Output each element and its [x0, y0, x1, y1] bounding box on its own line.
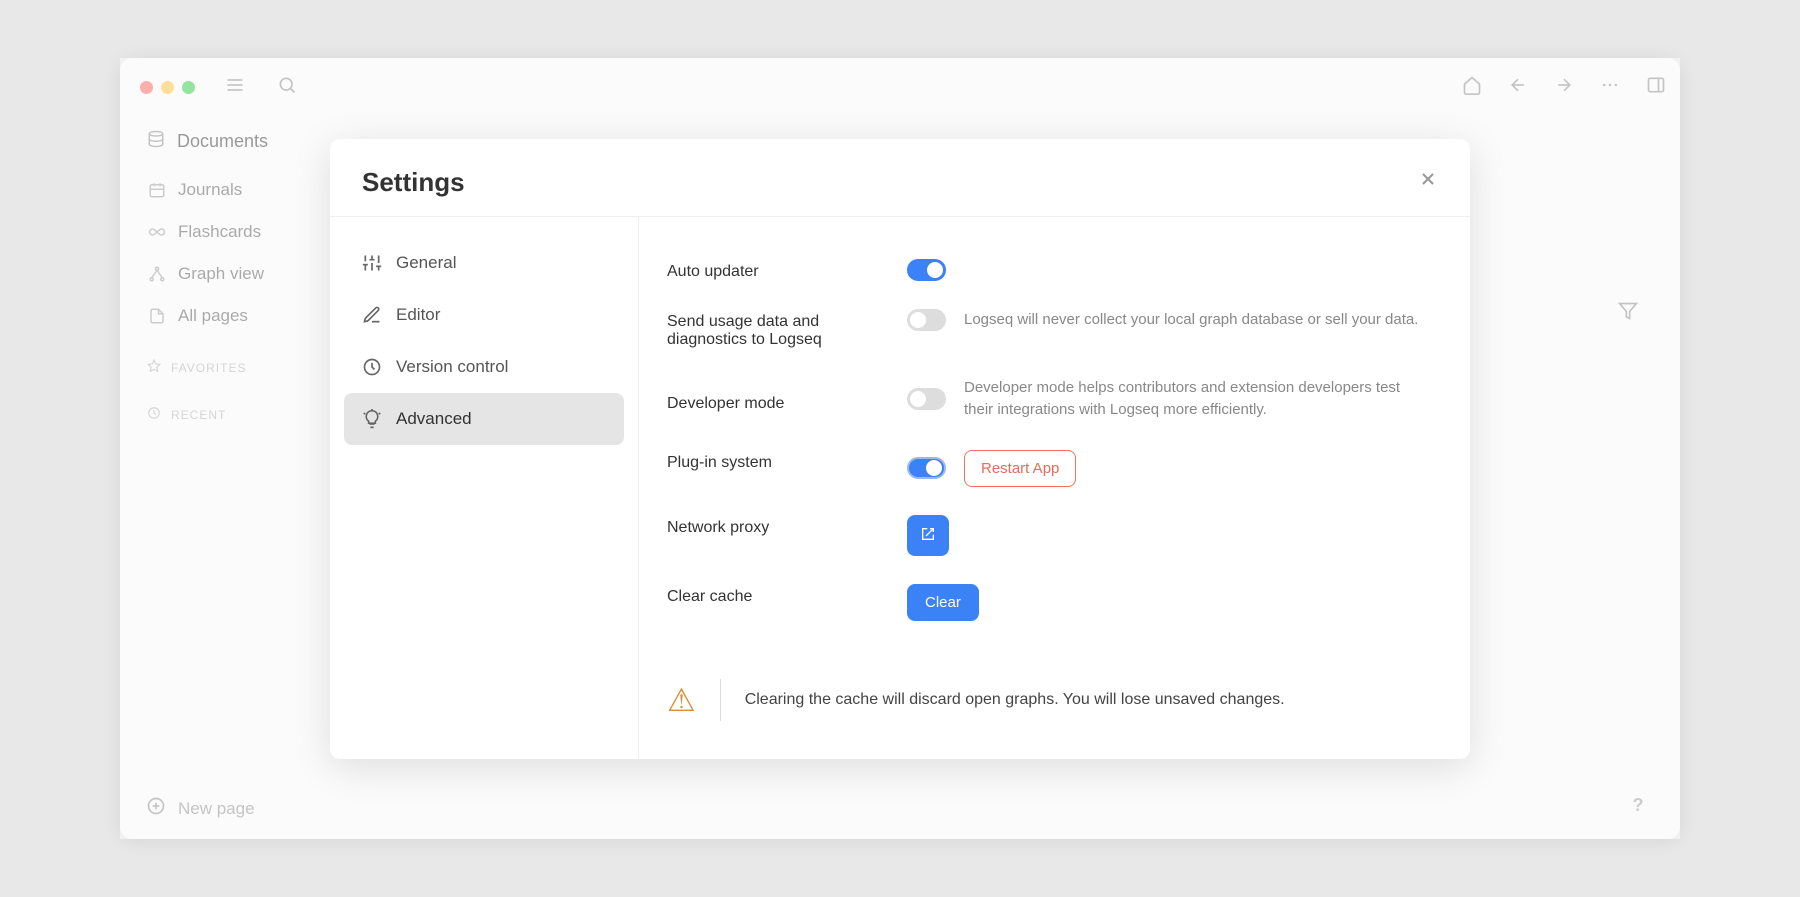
modal-body: General Editor Version control: [330, 217, 1470, 759]
setting-label: Auto updater: [667, 259, 887, 281]
setting-description: Developer mode helps contributors and ex…: [964, 377, 1430, 422]
setting-description: Logseq will never collect your local gra…: [964, 309, 1418, 332]
lightbulb-icon: [362, 409, 382, 429]
tab-label: Version control: [396, 357, 508, 377]
settings-modal: Settings General: [330, 139, 1470, 759]
setting-network-proxy: Network proxy: [667, 501, 1430, 570]
sliders-icon: [362, 253, 382, 273]
edit-icon: [362, 305, 382, 325]
modal-title: Settings: [362, 167, 465, 198]
setting-usage-data: Send usage data and diagnostics to Logse…: [667, 295, 1430, 363]
setting-label: Network proxy: [667, 515, 887, 537]
modal-overlay: Settings General: [120, 58, 1680, 839]
warning-text: Clearing the cache will discard open gra…: [745, 691, 1285, 709]
setting-plugin-system: Plug-in system Restart App: [667, 436, 1430, 501]
tab-editor[interactable]: Editor: [344, 289, 624, 341]
tab-label: General: [396, 253, 456, 273]
network-proxy-edit-button[interactable]: [907, 515, 949, 556]
warning-row: ⚠ Clearing the cache will discard open g…: [667, 659, 1430, 721]
history-icon: [362, 357, 382, 377]
external-link-icon: [920, 526, 936, 545]
tab-general[interactable]: General: [344, 237, 624, 289]
plugin-system-toggle[interactable]: [907, 457, 946, 479]
setting-label: Plug-in system: [667, 450, 887, 472]
settings-content: Auto updater Send usage data and diagnos…: [639, 217, 1470, 759]
app-window: Documents Journals Flashcards: [120, 58, 1680, 839]
setting-auto-updater: Auto updater: [667, 245, 1430, 295]
usage-data-toggle[interactable]: [907, 309, 946, 331]
developer-mode-toggle[interactable]: [907, 388, 946, 410]
modal-header: Settings: [330, 139, 1470, 217]
setting-label: Developer mode: [667, 377, 887, 413]
tab-version-control[interactable]: Version control: [344, 341, 624, 393]
setting-label: Clear cache: [667, 584, 887, 606]
warning-icon: ⚠: [667, 681, 696, 719]
modal-close-button[interactable]: [1418, 169, 1438, 195]
setting-developer-mode: Developer mode Developer mode helps cont…: [667, 363, 1430, 436]
auto-updater-toggle[interactable]: [907, 259, 946, 281]
restart-app-button[interactable]: Restart App: [964, 450, 1076, 487]
setting-clear-cache: Clear cache Clear: [667, 570, 1430, 635]
close-icon: [1418, 169, 1438, 194]
tab-advanced[interactable]: Advanced: [344, 393, 624, 445]
tab-label: Editor: [396, 305, 440, 325]
settings-nav: General Editor Version control: [330, 217, 639, 759]
setting-label: Send usage data and diagnostics to Logse…: [667, 309, 887, 349]
tab-label: Advanced: [396, 409, 472, 429]
clear-cache-button[interactable]: Clear: [907, 584, 979, 621]
